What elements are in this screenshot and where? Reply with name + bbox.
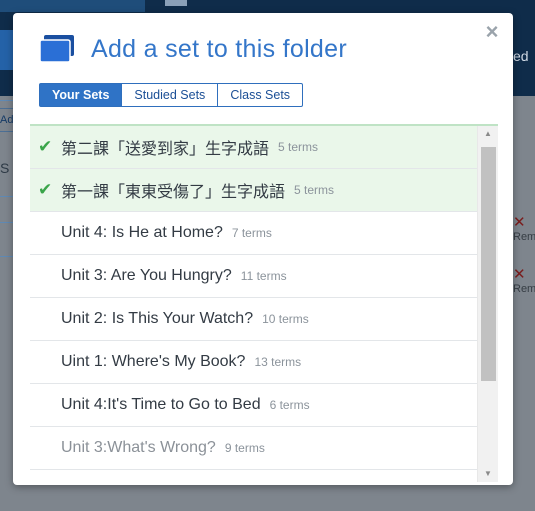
background-divider [0, 222, 14, 223]
checkmark-icon: ✔ [38, 180, 53, 199]
set-list-items: ✔ 第二課「送愛到家」生字成語 5 terms ✔ 第一課「東東受傷了」生字成語… [30, 126, 478, 470]
set-title: 第二課「送愛到家」生字成語 [61, 141, 270, 158]
set-title: Unit 2: Is This Your Watch? [61, 310, 254, 327]
set-row[interactable]: Unit 4: Is He at Home? 7 terms [30, 212, 478, 255]
set-source-tabs: Your Sets Studied Sets Class Sets [39, 83, 304, 107]
set-row[interactable]: Uint 1: Where's My Book? 13 terms [30, 341, 478, 384]
remove-label: Rem [513, 231, 535, 243]
set-title: Unit 3:What's Wrong? [61, 439, 216, 456]
background-remove-link: ✕ Rem [513, 266, 535, 296]
set-list: ✔ 第二課「送愛到家」生字成語 5 terms ✔ 第一課「東東受傷了」生字成語… [30, 124, 498, 482]
set-title: Unit 4:It's Time to Go to Bed [61, 396, 261, 413]
set-row[interactable]: Unit 3: Are You Hungry? 11 terms [30, 255, 478, 298]
tab-your-sets[interactable]: Your Sets [39, 83, 123, 107]
set-term-count: 5 terms [294, 183, 335, 197]
set-term-count: 7 terms [231, 226, 272, 240]
checkmark-icon: ✔ [38, 137, 53, 156]
background-divider [0, 256, 14, 257]
set-row[interactable]: ✔ 第一課「東東受傷了」生字成語 5 terms [30, 169, 478, 212]
tab-studied-sets[interactable]: Studied Sets [121, 83, 219, 107]
scrollbar-thumb[interactable] [481, 147, 496, 381]
background-remove-link: ✕ Rem [513, 214, 535, 244]
list-scrollbar[interactable]: ▲ ▼ [477, 126, 498, 482]
set-term-count: 10 terms [262, 312, 309, 326]
set-row[interactable]: Unit 4:It's Time to Go to Bed 6 terms [30, 384, 478, 427]
close-icon[interactable]: × [483, 20, 501, 44]
set-title: Unit 4: Is He at Home? [61, 224, 223, 241]
set-title: Uint 1: Where's My Book? [61, 353, 246, 370]
scroll-down-arrow-icon[interactable]: ▼ [478, 466, 498, 482]
remove-icon: ✕ [513, 214, 526, 231]
modal-header: Add a set to this folder [39, 31, 347, 67]
folder-stack-icon [39, 35, 74, 63]
scroll-up-arrow-icon[interactable]: ▲ [478, 126, 498, 142]
set-row[interactable]: ✔ 第二課「送愛到家」生字成語 5 terms [30, 126, 478, 169]
background-header-text: ed [513, 48, 529, 64]
set-term-count: 6 terms [269, 398, 310, 412]
set-title: 第一課「東東受傷了」生字成語 [61, 184, 286, 201]
background-text: S [0, 160, 10, 176]
set-title: Unit 3: Are You Hungry? [61, 267, 232, 284]
set-term-count: 9 terms [224, 441, 265, 455]
background-logo-block [0, 30, 14, 70]
set-row[interactable]: Unit 2: Is This Your Watch? 10 terms [30, 298, 478, 341]
background-divider [0, 196, 14, 197]
set-term-count: 11 terms [240, 269, 287, 283]
remove-label: Rem [513, 283, 535, 295]
remove-icon: ✕ [513, 266, 526, 283]
background-divider [0, 100, 14, 101]
set-term-count: 13 terms [254, 355, 302, 369]
set-term-count: 5 terms [278, 140, 319, 154]
background-header-accent [0, 0, 145, 12]
background-header-tab [165, 0, 187, 6]
set-row[interactable]: Unit 3:What's Wrong? 9 terms [30, 427, 478, 470]
tab-class-sets[interactable]: Class Sets [217, 83, 304, 107]
add-set-modal: × Add a set to this folder Your Sets Stu… [13, 13, 513, 485]
modal-title: Add a set to this folder [91, 34, 347, 63]
